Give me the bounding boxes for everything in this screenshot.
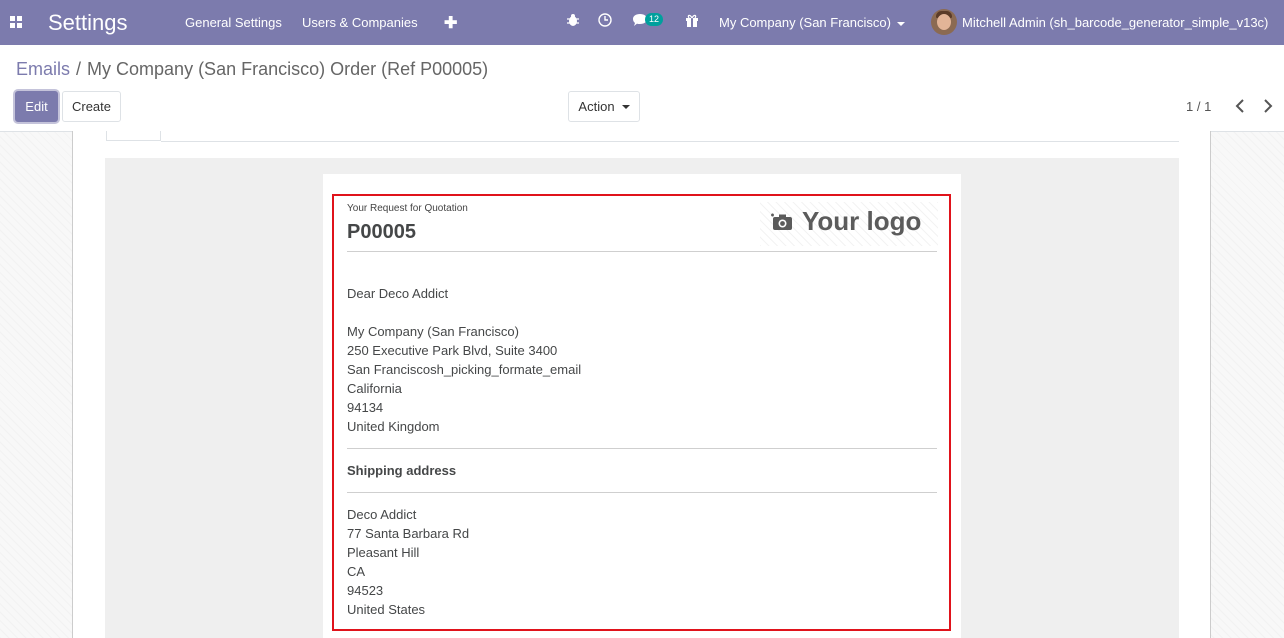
shipping-divider <box>347 492 937 493</box>
header-divider <box>347 251 937 252</box>
top-navbar: Settings General Settings Users & Compan… <box>0 0 1284 45</box>
logo-text: Your logo <box>802 206 922 236</box>
avatar[interactable] <box>931 9 957 35</box>
email-highlight-box <box>332 194 951 631</box>
chevron-down-icon <box>896 21 905 26</box>
edit-button[interactable]: Edit <box>15 91 58 122</box>
shipping-address-heading: Shipping address <box>347 463 457 478</box>
shipping-address-line: Deco Addict <box>347 507 417 522</box>
company-address-line: My Company (San Francisco) <box>347 324 519 339</box>
breadcrumb-separator: / <box>76 59 82 79</box>
action-dropdown-button[interactable]: Action <box>568 91 640 122</box>
address-divider <box>347 448 937 449</box>
company-switcher-label: My Company (San Francisco) <box>719 15 891 30</box>
shipping-address-line: 77 Santa Barbara Rd <box>347 526 470 541</box>
breadcrumb-current: My Company (San Francisco) Order (Ref P0… <box>87 59 489 79</box>
notebook-tab[interactable] <box>106 131 161 141</box>
company-address-line: San Franciscosh_picking_formate_email <box>347 362 582 377</box>
clock-icon[interactable] <box>598 13 612 30</box>
shipping-address-line: Pleasant Hill <box>347 545 420 560</box>
company-address-line: United Kingdom <box>347 419 440 434</box>
email-intro-label: Your Request for Quotation <box>347 203 468 214</box>
notebook-tab-line <box>161 141 1179 142</box>
company-address-line: California <box>347 381 402 396</box>
pager-value[interactable]: 1 / 1 <box>1186 99 1211 114</box>
chevron-right-icon[interactable] <box>1261 96 1275 116</box>
shipping-address-line: CA <box>347 564 366 579</box>
chevron-down-icon <box>621 104 630 109</box>
company-switcher[interactable]: My Company (San Francisco) <box>719 15 905 30</box>
breadcrumb-emails-link[interactable]: Emails <box>16 59 70 79</box>
apps-menu-icon[interactable] <box>10 16 22 28</box>
camera-icon <box>769 210 793 235</box>
gift-icon[interactable] <box>685 13 699 30</box>
bug-icon[interactable] <box>566 13 580 30</box>
company-address-line: 250 Executive Park Blvd, Suite 3400 <box>347 343 558 358</box>
company-address-line: 94134 <box>347 400 384 415</box>
menu-general-settings[interactable]: General Settings <box>185 15 282 30</box>
app-title[interactable]: Settings <box>48 10 128 36</box>
order-reference: P00005 <box>347 221 416 243</box>
greeting: Dear Deco Addict <box>347 286 449 301</box>
shipping-address-line: 94523 <box>347 583 384 598</box>
menu-users-companies[interactable]: Users & Companies <box>302 15 418 30</box>
breadcrumb: Emails / My Company (San Francisco) Order … <box>16 59 488 80</box>
chevron-left-icon[interactable] <box>1233 96 1247 116</box>
create-button[interactable]: Create <box>62 91 121 122</box>
action-label: Action <box>578 99 615 114</box>
messages-count-badge: 12 <box>645 13 664 26</box>
plus-icon[interactable]: ✚ <box>444 13 457 33</box>
shipping-address-line: United States <box>347 602 426 617</box>
user-menu[interactable]: Mitchell Admin (sh_barcode_generator_sim… <box>962 15 1268 30</box>
